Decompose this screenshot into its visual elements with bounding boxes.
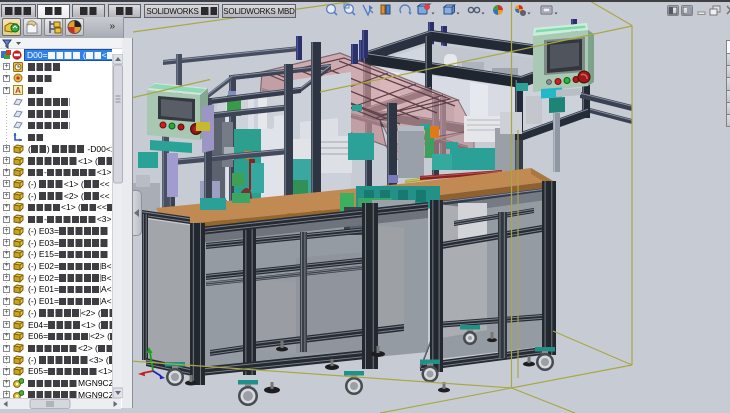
svg-text:A: A: [15, 86, 21, 95]
